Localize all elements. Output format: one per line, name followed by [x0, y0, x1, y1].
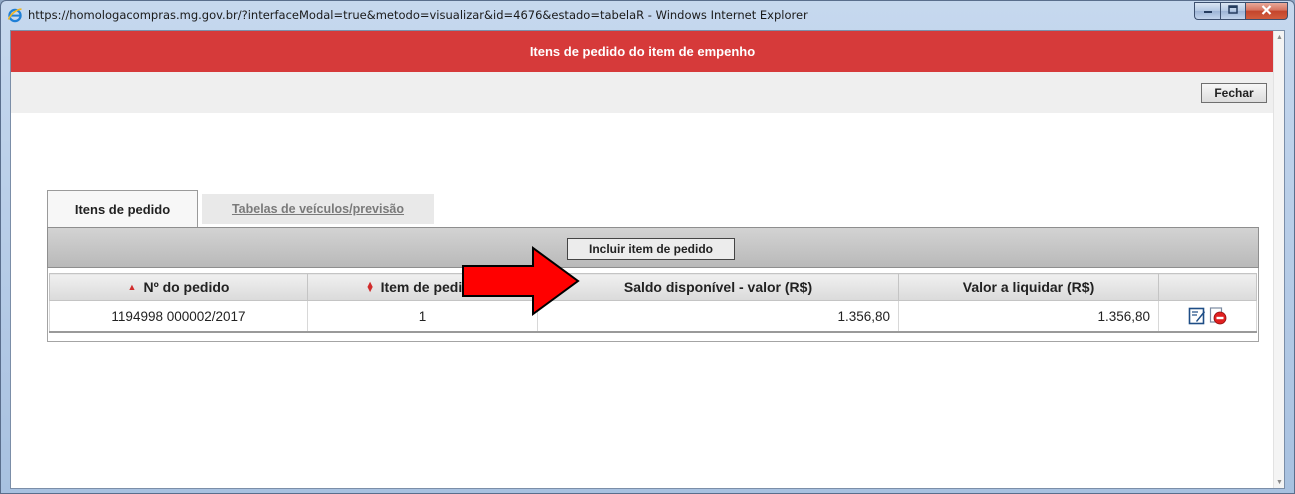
tab-itens-de-pedido[interactable]: Itens de pedido: [47, 190, 198, 228]
close-icon: [1261, 4, 1272, 18]
minimize-button[interactable]: [1194, 2, 1220, 20]
cell-saldo-disponivel: 1.356,80: [537, 300, 899, 333]
browser-window: https://homologacompras.mg.gov.br/?inter…: [0, 0, 1295, 494]
scroll-down-icon[interactable]: ▼: [1275, 478, 1284, 488]
column-label: Saldo disponível - valor (R$): [623, 279, 813, 295]
column-header-actions: [1158, 273, 1257, 301]
modal-title: Itens de pedido do item de empenho: [529, 44, 756, 59]
maximize-icon: [1228, 5, 1238, 17]
modal-content: Itens de pedido do item de empenho Fecha…: [11, 31, 1274, 488]
scroll-up-icon[interactable]: ▲: [1275, 33, 1284, 43]
tab-tabelas-veiculos[interactable]: Tabelas de veículos/previsão: [202, 194, 434, 224]
tab-label: Itens de pedido: [74, 202, 171, 217]
maximize-button[interactable]: [1220, 2, 1245, 20]
modal-header: Itens de pedido do item de empenho: [11, 31, 1274, 72]
delete-icon[interactable]: [1209, 307, 1227, 325]
sort-icon: ▲ ▼: [365, 279, 375, 294]
vertical-scrollbar[interactable]: ▲ ▼: [1273, 31, 1284, 488]
close-modal-button[interactable]: Fechar: [1201, 83, 1267, 103]
column-label: Nº do pedido: [143, 279, 230, 295]
column-header-saldo-disponivel: Saldo disponível - valor (R$): [537, 273, 899, 301]
cell-numero-pedido: 1194998 000002/2017: [49, 300, 308, 333]
table-row: 1194998 000002/2017 1 1.356,80 1.356,80: [49, 300, 1257, 333]
cell-valor-liquidar: 1.356,80: [898, 300, 1159, 333]
order-items-table: ▲ Nº do pedido ▲ ▼ Item de pedido Saldo dis…: [49, 273, 1257, 333]
action-bar: Incluir item de pedido: [47, 227, 1259, 268]
table-header-row: ▲ Nº do pedido ▲ ▼ Item de pedido Saldo dis…: [49, 273, 1257, 301]
close-window-button[interactable]: [1245, 2, 1288, 20]
modal-toolbar: Fechar: [11, 72, 1274, 113]
title-bar[interactable]: https://homologacompras.mg.gov.br/?inter…: [1, 1, 1294, 29]
ie-icon: [7, 7, 23, 23]
window-controls: [1194, 2, 1288, 20]
annotation-arrow-icon: [462, 246, 580, 316]
page-viewport: Itens de pedido do item de empenho Fecha…: [10, 30, 1285, 489]
column-header-valor-liquidar: Valor a liquidar (R$): [898, 273, 1159, 301]
window-title: https://homologacompras.mg.gov.br/?inter…: [28, 8, 808, 22]
add-order-item-button[interactable]: Incluir item de pedido: [567, 238, 735, 260]
column-label: Valor a liquidar (R$): [962, 279, 1095, 295]
tab-label: Tabelas de veículos/previsão: [231, 202, 405, 216]
column-header-numero-pedido[interactable]: ▲ Nº do pedido: [49, 273, 308, 301]
cell-actions: [1158, 300, 1257, 333]
edit-icon[interactable]: [1188, 307, 1206, 325]
minimize-icon: [1203, 5, 1213, 17]
sort-ascending-icon: ▲: [127, 282, 137, 292]
